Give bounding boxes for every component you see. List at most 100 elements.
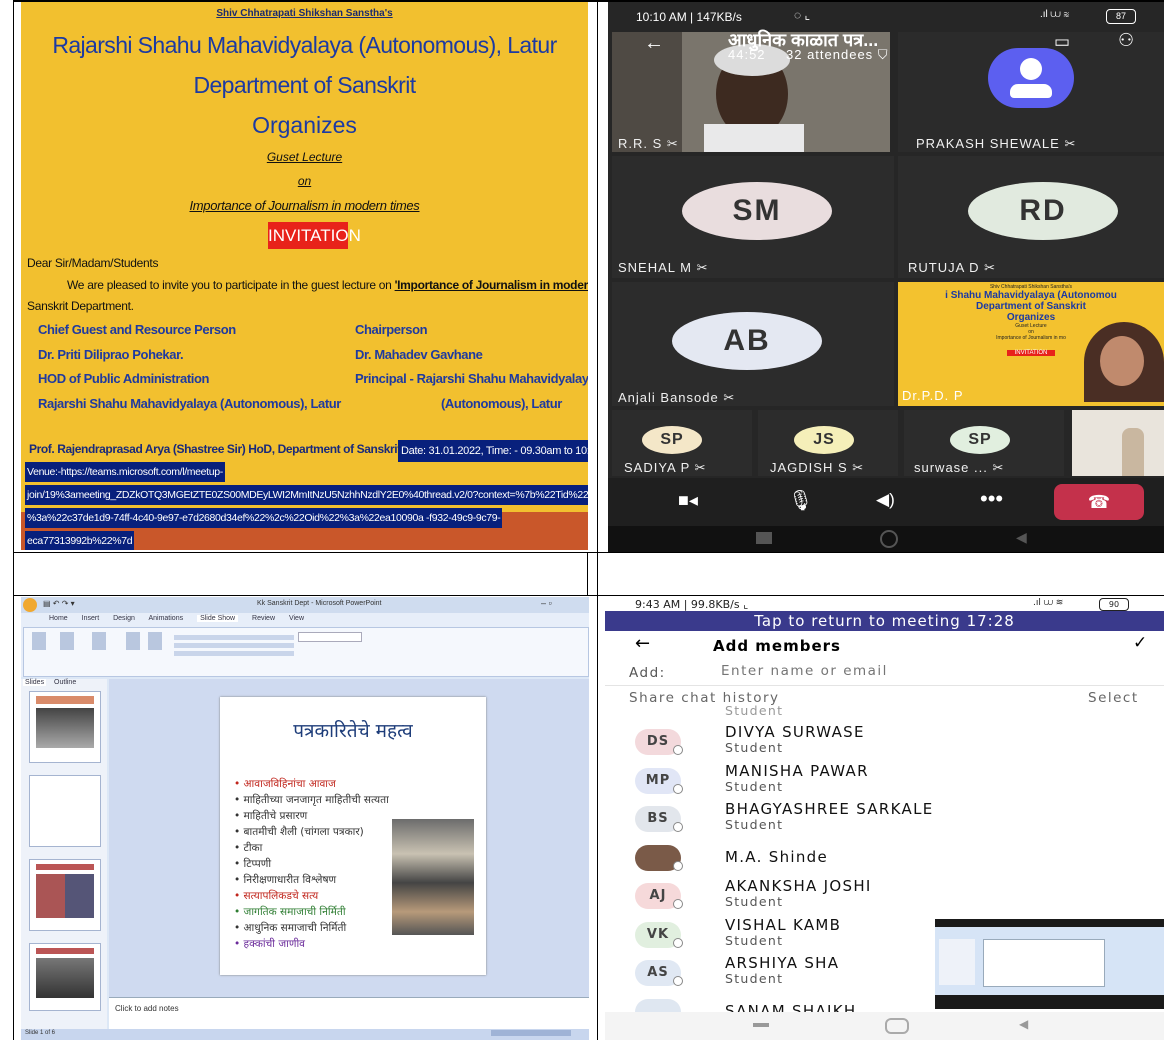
status-bar: 9:43 AM | 99.8KB/s ⌞ .ıl ⩊ ≋ 90	[605, 597, 1164, 611]
window-controls[interactable]: – ▫	[541, 598, 552, 608]
poster-organizes: Organizes	[252, 112, 357, 138]
chat-icon[interactable]: ▭	[1054, 32, 1070, 52]
member-name: ARSHIYA SHA	[725, 954, 840, 972]
participant-tile-snehal[interactable]: SM SNEHAL M ✂	[612, 156, 894, 278]
add-member-input[interactable]	[721, 662, 1021, 680]
member-name: VISHAL KAMB	[725, 915, 842, 934]
presence-status-icon	[673, 899, 683, 909]
chair-college: (Autonomous), Latur	[441, 396, 562, 411]
slide-thumbnail-1[interactable]	[29, 691, 101, 763]
add-label: Add:	[629, 665, 666, 681]
hide-slide-icon[interactable]	[148, 632, 162, 650]
venue-link[interactable]: Venue:-https://teams.microsoft.com/l/mee…	[21, 462, 588, 550]
slide-editor: पत्रकारितेचे महत्व • आवाजविहिनांचा आवाज •…	[109, 679, 589, 1030]
tab-view[interactable]: View	[289, 615, 304, 622]
member-list-item[interactable]: DS DIVYA SURWASE Student	[605, 723, 1164, 761]
home-icon[interactable]	[880, 530, 898, 548]
home-icon[interactable]	[885, 1018, 909, 1034]
participant-name: SADIYA P ✂	[624, 460, 707, 475]
member-list-item[interactable]: BS BHAGYASHREE SARKALE Student	[605, 800, 1164, 838]
venue-line-4[interactable]: eca77313992b%22%7d	[25, 531, 135, 550]
setup-show-icon[interactable]	[126, 632, 140, 650]
battery-icon: 87	[1106, 9, 1136, 24]
participant-name: PRAKASH SHEWALE ✂	[916, 136, 1077, 151]
member-name: BHAGYASHREE SARKALE	[725, 800, 934, 818]
date-time: Date: 31.01.2022, Time: - 09.30am to 10:…	[398, 440, 588, 462]
table-rule-row1	[13, 552, 1164, 553]
camera-icon[interactable]: ■◂	[678, 490, 698, 511]
office-button-icon[interactable]	[23, 598, 37, 612]
status-time: 9:43 AM | 99.8KB/s ⌞	[635, 598, 749, 611]
resolution-select[interactable]	[298, 632, 362, 642]
quick-access-icon[interactable]: ▤ ↶ ↷ ▾	[43, 599, 75, 608]
slides-panel: Slides Outline	[21, 679, 107, 1029]
slide-title: पत्रकारितेचे महत्व	[293, 720, 413, 742]
zoom-slider[interactable]	[491, 1030, 571, 1036]
back-arrow-icon[interactable]: ←	[635, 633, 650, 654]
slide-thumbnail-2[interactable]	[29, 775, 101, 847]
confirm-check-icon[interactable]: ✓	[1133, 633, 1147, 653]
table-rule-middle	[597, 0, 598, 596]
custom-show-icon[interactable]	[92, 632, 106, 650]
speaker-icon[interactable]: ◀)	[876, 490, 895, 510]
back-icon[interactable]: ◀	[1016, 529, 1027, 546]
slide-thumbnail-3[interactable]	[29, 859, 101, 931]
notes-pane[interactable]: Click to add notes	[109, 997, 589, 1030]
rehearse-group	[174, 632, 234, 662]
tab-outline[interactable]: Outline	[54, 679, 76, 686]
participant-tile-anjali[interactable]: AB Anjali Bansode ✂	[612, 282, 894, 406]
member-name: M.A. Shinde	[725, 847, 828, 866]
body-topic: 'Importance of Journalism in modern time…	[394, 278, 588, 292]
participant-tile-shared-screen[interactable]: Shiv Chhatrapati Shikshan Sanstha's i Sh…	[898, 282, 1164, 406]
select-link[interactable]: Select	[1088, 690, 1139, 706]
from-current-icon[interactable]	[60, 632, 74, 650]
window-title: Kk Sanskrit Dept - Microsoft PowerPoint	[257, 600, 382, 607]
recent-apps-icon[interactable]	[753, 1023, 769, 1027]
end-call-icon: ☎	[1087, 492, 1111, 512]
tab-insert[interactable]: Insert	[82, 615, 100, 622]
title-bar: ▤ ↶ ↷ ▾ Kk Sanskrit Dept - Microsoft Pow…	[21, 597, 589, 613]
participant-tile-surwase[interactable]: SP surwase ... ✂	[904, 410, 1064, 476]
tab-design[interactable]: Design	[113, 615, 135, 622]
scrolled-role-text: Student	[725, 703, 784, 718]
participant-tile-jagdish[interactable]: JS JAGDISH S ✂	[758, 410, 898, 476]
member-role: Student	[725, 817, 784, 832]
tab-slides[interactable]: Slides	[23, 679, 47, 686]
back-arrow-icon[interactable]: ←	[644, 32, 664, 55]
tab-animations[interactable]: Animations	[148, 615, 183, 622]
participants-icon[interactable]: ⚇	[1118, 30, 1134, 51]
meeting-duration: 44:52	[728, 47, 766, 62]
tab-review[interactable]: Review	[252, 615, 275, 622]
microphone-icon[interactable]: 🎙	[788, 488, 813, 513]
back-icon[interactable]: ◀	[1019, 1017, 1028, 1031]
member-list-item[interactable]: M.A. Shinde	[605, 839, 1164, 877]
more-options-icon[interactable]: •••	[980, 486, 1003, 512]
powerpoint-window: ▤ ↶ ↷ ▾ Kk Sanskrit Dept - Microsoft Pow…	[21, 597, 589, 1040]
chair-role: Principal - Rajarshi Shahu Mahavidyalaya	[355, 371, 588, 386]
slides-panel-tabs: Slides Outline	[23, 679, 76, 686]
from-beginning-icon[interactable]	[32, 632, 46, 650]
tab-slide-show[interactable]: Slide Show	[197, 615, 239, 622]
venue-line-2[interactable]: join/19%3ameeting_ZDZkOTQ3MGEtZTE0ZS00MD…	[25, 485, 588, 505]
recent-apps-icon[interactable]	[756, 532, 772, 544]
poster-department: Department of Sanskrit	[193, 72, 416, 98]
participant-name: Dr.P.D. P	[902, 388, 964, 403]
venue-line-1[interactable]: Venue:-https://teams.microsoft.com/l/mee…	[25, 462, 225, 482]
self-video-preview[interactable]	[1072, 410, 1164, 476]
participant-video	[1084, 322, 1164, 402]
return-to-meeting-banner[interactable]: Tap to return to meeting 17:28	[605, 611, 1164, 631]
bookshelf-image	[392, 819, 474, 935]
participant-name: surwase ... ✂	[914, 460, 1005, 475]
member-list-item[interactable]: AJ AKANKSHA JOSHI Student	[605, 877, 1164, 915]
participant-tile-rutuja[interactable]: RD RUTUJA D ✂	[898, 156, 1164, 278]
member-name: DIVYA SURWASE	[725, 723, 865, 741]
venue-line-3[interactable]: %3a%22c37de1d9-74ff-4c40-9e97-e7d2680d34…	[25, 508, 503, 528]
current-slide[interactable]: पत्रकारितेचे महत्व • आवाजविहिनांचा आवाज •…	[220, 697, 486, 975]
slide-bullet: • हक्कांची जाणीव	[234, 938, 305, 950]
meeting-pip-window[interactable]	[935, 919, 1164, 1009]
hang-up-button[interactable]: ☎	[1054, 484, 1144, 520]
participant-tile-sadiya[interactable]: SP SADIYA P ✂	[612, 410, 752, 476]
member-list-item[interactable]: MP MANISHA PAWAR Student	[605, 762, 1164, 800]
slide-thumbnail-4[interactable]	[29, 943, 101, 1011]
tab-home[interactable]: Home	[49, 615, 68, 622]
